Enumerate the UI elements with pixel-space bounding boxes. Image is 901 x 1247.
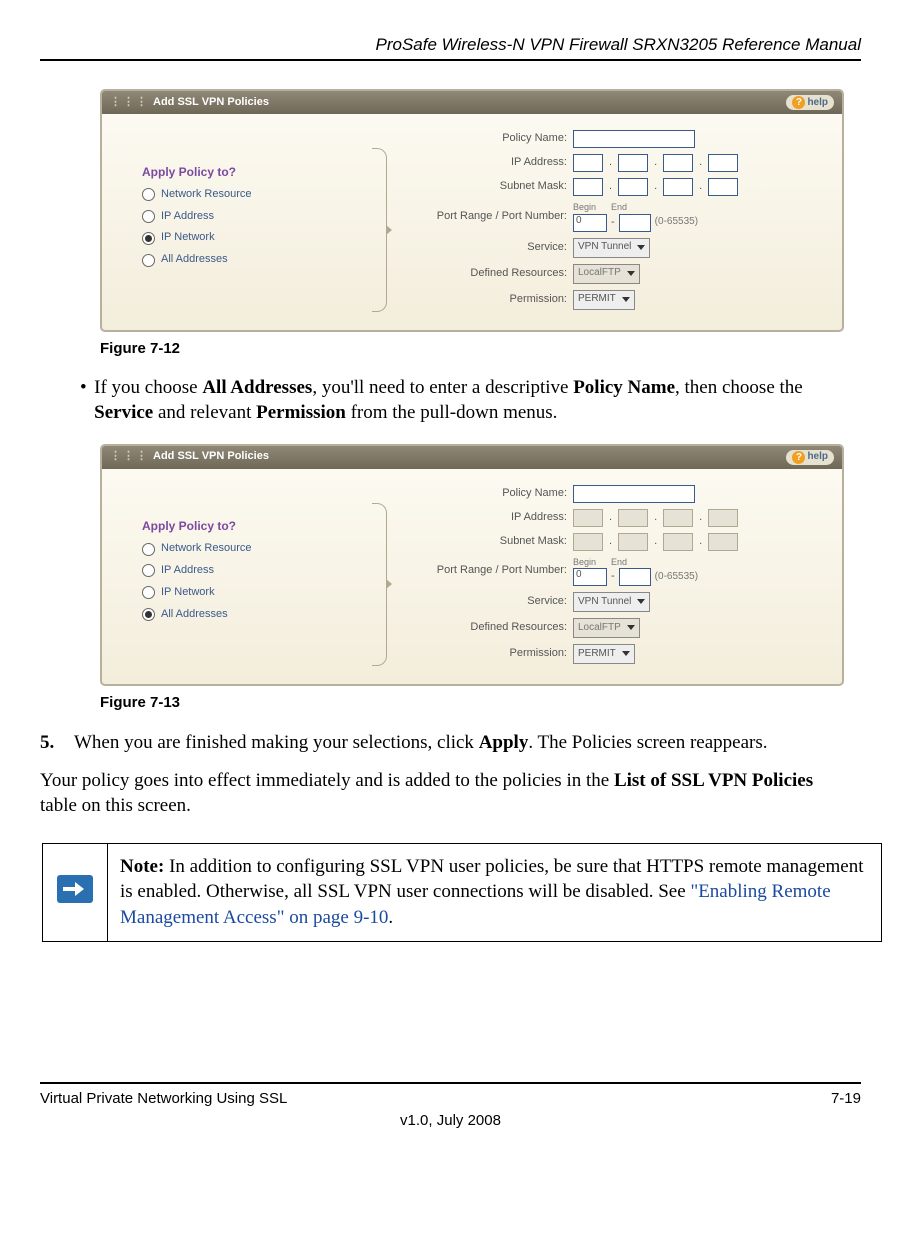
chevron-down-icon (622, 651, 630, 656)
ip-address-label: IP Address: (417, 156, 567, 170)
ip-input (663, 509, 693, 527)
footer-version: v1.0, July 2008 (40, 1112, 861, 1131)
footer-page-number: 7-19 (831, 1090, 861, 1109)
end-label: End (611, 202, 645, 213)
figure-7-12-screenshot: ⋮⋮⋮Add SSL VPN Policies ?help Apply Poli… (100, 89, 821, 331)
port-range-label: Port Range / Port Number: (417, 210, 567, 224)
step-5: 5. When you are finished making your sel… (40, 731, 851, 756)
radio-ip-address[interactable]: IP Address (142, 564, 342, 578)
chevron-down-icon (637, 599, 645, 604)
defined-resources-select: LocalFTP (573, 264, 640, 284)
bracket-divider (372, 148, 387, 311)
port-end-input[interactable] (619, 568, 651, 586)
note-arrow-icon (57, 875, 93, 903)
ip-input (618, 509, 648, 527)
policy-name-label: Policy Name: (417, 487, 567, 501)
footer-chapter: Virtual Private Networking Using SSL (40, 1090, 287, 1109)
grip-icon: ⋮⋮⋮ (110, 450, 149, 462)
radio-ip-network[interactable]: IP Network (142, 586, 342, 600)
permission-label: Permission: (417, 647, 567, 661)
note-box: Note: In addition to configuring SSL VPN… (42, 843, 882, 942)
panel-titlebar: ⋮⋮⋮ Add SSL VPN Policies ?help (102, 446, 842, 469)
radio-ip-address[interactable]: IP Address (142, 210, 342, 224)
mask-input[interactable] (573, 178, 603, 196)
panel-titlebar: ⋮⋮⋮ Add SSL VPN Policies ?help (102, 91, 842, 114)
panel-title-text: Add SSL VPN Policies (153, 450, 269, 462)
header-rule (40, 59, 861, 61)
permission-select[interactable]: PERMIT (573, 290, 635, 310)
mask-input (573, 533, 603, 551)
page-header: ProSafe Wireless-N VPN Firewall SRXN3205… (40, 34, 861, 55)
help-link[interactable]: ?help (786, 95, 834, 110)
defined-resources-select: LocalFTP (573, 618, 640, 638)
mask-input (618, 533, 648, 551)
service-label: Service: (417, 241, 567, 255)
ip-input (708, 509, 738, 527)
end-label: End (611, 557, 645, 568)
apply-policy-heading: Apply Policy to? (142, 519, 342, 534)
ip-input[interactable] (663, 154, 693, 172)
chevron-down-icon (627, 271, 635, 276)
footer-rule (40, 1082, 861, 1084)
service-select[interactable]: VPN Tunnel (573, 238, 650, 258)
mask-input (708, 533, 738, 551)
figure-7-12-caption: Figure 7-12 (100, 340, 861, 359)
chevron-down-icon (627, 625, 635, 630)
subnet-mask-label: Subnet Mask: (417, 180, 567, 194)
help-icon: ? (792, 451, 805, 464)
help-link[interactable]: ?help (786, 450, 834, 465)
service-select[interactable]: VPN Tunnel (573, 592, 650, 612)
radio-ip-network[interactable]: IP Network (142, 231, 342, 245)
ip-input[interactable] (708, 154, 738, 172)
apply-policy-heading: Apply Policy to? (142, 165, 342, 180)
port-end-input[interactable] (619, 214, 651, 232)
policy-name-input[interactable] (573, 485, 695, 503)
policy-name-label: Policy Name: (417, 132, 567, 146)
radio-network-resource[interactable]: Network Resource (142, 188, 342, 202)
subnet-mask-label: Subnet Mask: (417, 535, 567, 549)
port-range-label: Port Range / Port Number: (417, 564, 567, 578)
bullet-all-addresses: • If you choose All Addresses, you'll ne… (80, 376, 851, 425)
note-label: Note: (120, 856, 164, 877)
port-begin-input[interactable]: 0 (573, 214, 607, 232)
radio-network-resource[interactable]: Network Resource (142, 542, 342, 556)
help-icon: ? (792, 96, 805, 109)
mask-input[interactable] (618, 178, 648, 196)
ip-address-label: IP Address: (417, 511, 567, 525)
mask-input (663, 533, 693, 551)
port-range-hint: (0-65535) (655, 571, 698, 584)
permission-label: Permission: (417, 293, 567, 307)
begin-label: Begin (573, 202, 607, 213)
chevron-down-icon (622, 297, 630, 302)
port-range-hint: (0-65535) (655, 216, 698, 229)
ip-input[interactable] (573, 154, 603, 172)
chevron-down-icon (637, 245, 645, 250)
ip-input[interactable] (618, 154, 648, 172)
defined-resources-label: Defined Resources: (417, 267, 567, 281)
figure-7-13-caption: Figure 7-13 (100, 694, 861, 713)
defined-resources-label: Defined Resources: (417, 621, 567, 635)
ip-input (573, 509, 603, 527)
mask-input[interactable] (708, 178, 738, 196)
figure-7-13-screenshot: ⋮⋮⋮Add SSL VPN Policies ?help Apply Poli… (100, 444, 821, 686)
begin-label: Begin (573, 557, 607, 568)
radio-all-addresses[interactable]: All Addresses (142, 608, 342, 622)
bracket-divider (372, 503, 387, 666)
policy-name-input[interactable] (573, 130, 695, 148)
radio-all-addresses[interactable]: All Addresses (142, 253, 342, 267)
port-begin-input[interactable]: 0 (573, 568, 607, 586)
service-label: Service: (417, 595, 567, 609)
grip-icon: ⋮⋮⋮ (110, 96, 149, 108)
panel-title-text: Add SSL VPN Policies (153, 96, 269, 108)
effect-paragraph: Your policy goes into effect immediately… (40, 769, 851, 818)
permission-select[interactable]: PERMIT (573, 644, 635, 664)
mask-input[interactable] (663, 178, 693, 196)
